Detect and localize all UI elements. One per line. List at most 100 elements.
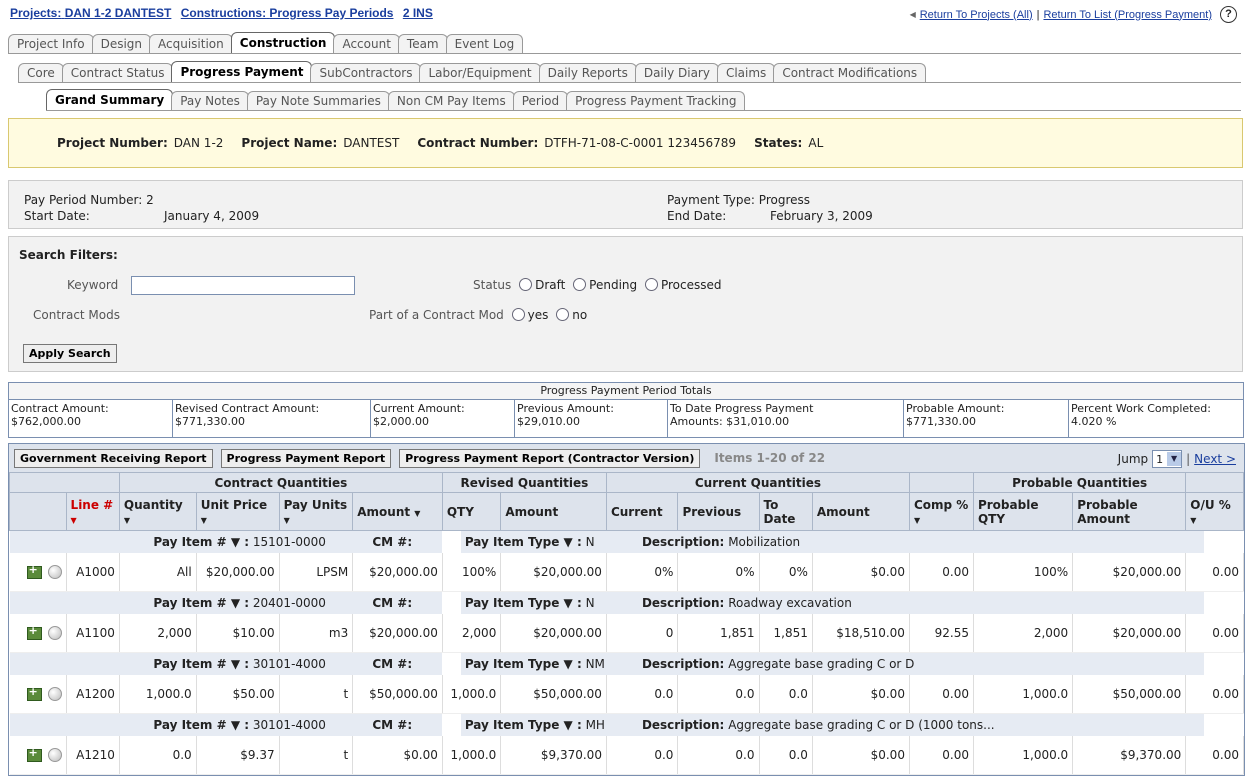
col-ou[interactable]: O/U % ▼ — [1185, 492, 1244, 531]
cell-c-amount: $0.00 — [812, 675, 910, 714]
tab-pay-notes[interactable]: Pay Notes — [171, 91, 249, 111]
tab-contract-modifications[interactable]: Contract Modifications — [773, 63, 927, 83]
contract-mod-yes-radio[interactable] — [511, 308, 525, 321]
col-amount[interactable]: Amount ▼ — [352, 492, 443, 531]
contract-mod-filter: Part of a Contract Mod yes no — [369, 308, 588, 322]
status-circle-icon[interactable] — [47, 686, 62, 701]
breadcrumb-ins[interactable]: 2 INS — [403, 6, 433, 20]
breadcrumb-projects[interactable]: Projects: DAN 1-2 DANTEST — [10, 6, 171, 20]
add-note-icon[interactable] — [26, 563, 42, 579]
tab-project-info[interactable]: Project Info — [8, 34, 94, 54]
apply-search-button[interactable]: Apply Search — [23, 344, 117, 363]
tab-progress-payment[interactable]: Progress Payment — [171, 61, 313, 83]
cell-prob-qty: 1,000.0 — [973, 675, 1074, 714]
keyword-input[interactable] — [131, 276, 355, 295]
return-to-list-link[interactable]: Return To List (Progress Payment) — [1043, 9, 1212, 21]
add-note-icon[interactable] — [26, 624, 42, 640]
breadcrumb-constructions[interactable]: Constructions: Progress Pay Periods — [181, 6, 394, 20]
cm-number: CM #: — [372, 652, 431, 675]
col-line[interactable]: Line # ▼ — [65, 492, 120, 531]
col-unit-price[interactable]: Unit Price ▼ — [195, 492, 280, 531]
tab-progress-payment-tracking[interactable]: Progress Payment Tracking — [566, 91, 746, 111]
cell-quantity: 2,000 — [119, 614, 197, 653]
progress-payment-contractor-report-button[interactable]: Progress Payment Report (Contractor Vers… — [399, 448, 701, 468]
link-separator: | — [1036, 8, 1040, 21]
cell-comp: 0.00 — [909, 675, 974, 714]
tab-pay-note-summaries[interactable]: Pay Note Summaries — [246, 91, 390, 111]
tab-daily-diary[interactable]: Daily Diary — [634, 63, 719, 83]
col-pay-units[interactable]: Pay Units ▼ — [278, 492, 354, 531]
top-links: ◀ Return To Projects (All) | Return To L… — [910, 6, 1237, 23]
government-receiving-report-button[interactable]: Government Receiving Report — [14, 448, 213, 468]
cell-prob-qty: 2,000 — [973, 614, 1074, 653]
col-comp[interactable]: Comp % ▼ — [908, 492, 974, 531]
help-icon[interactable]: ? — [1220, 6, 1237, 23]
status-circle-icon[interactable] — [47, 747, 62, 762]
tab-subcontractors[interactable]: SubContractors — [310, 63, 422, 83]
summary-tabs: Grand Summary Pay Notes Pay Note Summari… — [46, 89, 746, 111]
tab-account[interactable]: Account — [333, 34, 400, 54]
end-date: February 3, 2009 — [770, 209, 873, 223]
total-revised-contract-amount: Revised Contract Amount: $771,330.00 — [173, 400, 371, 438]
cell-amount: $20,000.00 — [352, 614, 443, 653]
tab-contract-status[interactable]: Contract Status — [61, 63, 174, 83]
status-pending-radio[interactable] — [573, 278, 587, 291]
tab-construction[interactable]: Construction — [230, 32, 336, 54]
status-circle-icon[interactable] — [47, 564, 62, 579]
cell-previous: 1,851 — [677, 614, 760, 653]
col-previous: Previous — [677, 492, 760, 531]
cell-current: 0.0 — [606, 736, 679, 775]
status-draft-radio[interactable] — [519, 278, 533, 291]
pay-item-description: Description: Mobilization — [637, 530, 1204, 553]
tab-claims[interactable]: Claims — [716, 63, 776, 83]
tab-divider — [46, 110, 1241, 111]
tab-design[interactable]: Design — [91, 34, 152, 54]
pay-item-info-row: Pay Item # ▼ : 15101-0000 CM #: Pay Item T… — [9, 530, 1244, 553]
next-page-link[interactable]: Next > — [1194, 452, 1236, 466]
cell-amount: $20,000.00 — [352, 553, 443, 592]
status-processed-radio[interactable] — [644, 278, 658, 291]
col-quantity[interactable]: Quantity ▼ — [118, 492, 197, 531]
add-note-icon[interactable] — [26, 746, 42, 762]
total-probable-amount: Probable Amount: $771,330.00 — [904, 400, 1069, 438]
search-filters-title: Search Filters: — [19, 248, 118, 262]
status-circle-icon[interactable] — [47, 625, 62, 640]
tab-labor-equipment[interactable]: Labor/Equipment — [419, 63, 541, 83]
tab-daily-reports[interactable]: Daily Reports — [538, 63, 637, 83]
total-current-amount: Current Amount: $2,000.00 — [371, 400, 515, 438]
project-header: Project Number: DAN 1-2 Project Name: DANT… — [8, 118, 1243, 168]
cm-number: CM #: — [372, 591, 431, 614]
cell-previous: 0% — [677, 553, 760, 592]
cell-quantity: 1,000.0 — [119, 675, 197, 714]
col-probable-amount: Probable Amount — [1072, 492, 1187, 531]
pay-item-type: Pay Item Type ▼ : N — [460, 530, 638, 553]
add-note-icon[interactable] — [26, 685, 42, 701]
states: AL — [808, 136, 824, 150]
pay-item-type: Pay Item Type ▼ : N — [460, 591, 638, 614]
line-number: A1100 — [66, 614, 120, 653]
contract-mod-no-radio[interactable] — [556, 308, 570, 321]
tab-team[interactable]: Team — [397, 34, 448, 54]
table-row: A1000All$20,000.00LPSM$20,000.00100%$20,… — [9, 553, 1244, 592]
contract-number-label: Contract Number: — [417, 136, 539, 150]
table-row: A11002,000$10.00m3$20,000.002,000$20,000… — [9, 614, 1244, 653]
tab-period[interactable]: Period — [512, 91, 569, 111]
pager: Jump 1 ▼ | Next > — [1117, 450, 1236, 468]
period-totals-title: Progress Payment Period Totals — [9, 383, 1243, 400]
progress-payment-report-button[interactable]: Progress Payment Report — [220, 448, 392, 468]
tab-divider — [8, 53, 1241, 54]
tab-grand-summary[interactable]: Grand Summary — [46, 89, 174, 111]
cell-amount: $0.00 — [352, 736, 443, 775]
tab-core[interactable]: Core — [18, 63, 64, 83]
start-date-label: Start Date: — [24, 209, 90, 223]
tab-event-log[interactable]: Event Log — [445, 34, 524, 54]
tab-acquisition[interactable]: Acquisition — [149, 34, 233, 54]
return-to-projects-link[interactable]: Return To Projects (All) — [920, 9, 1033, 21]
tab-non-cm-pay-items[interactable]: Non CM Pay Items — [387, 91, 515, 111]
jump-select[interactable]: 1 ▼ — [1152, 450, 1183, 468]
cell-ou: 0.00 — [1185, 736, 1244, 775]
keyword-label: Keyword — [67, 278, 119, 292]
cell-unit-price: $50.00 — [196, 675, 280, 714]
cell-to-date: 0.0 — [759, 736, 813, 775]
contract-mods-label: Contract Mods — [33, 308, 120, 322]
